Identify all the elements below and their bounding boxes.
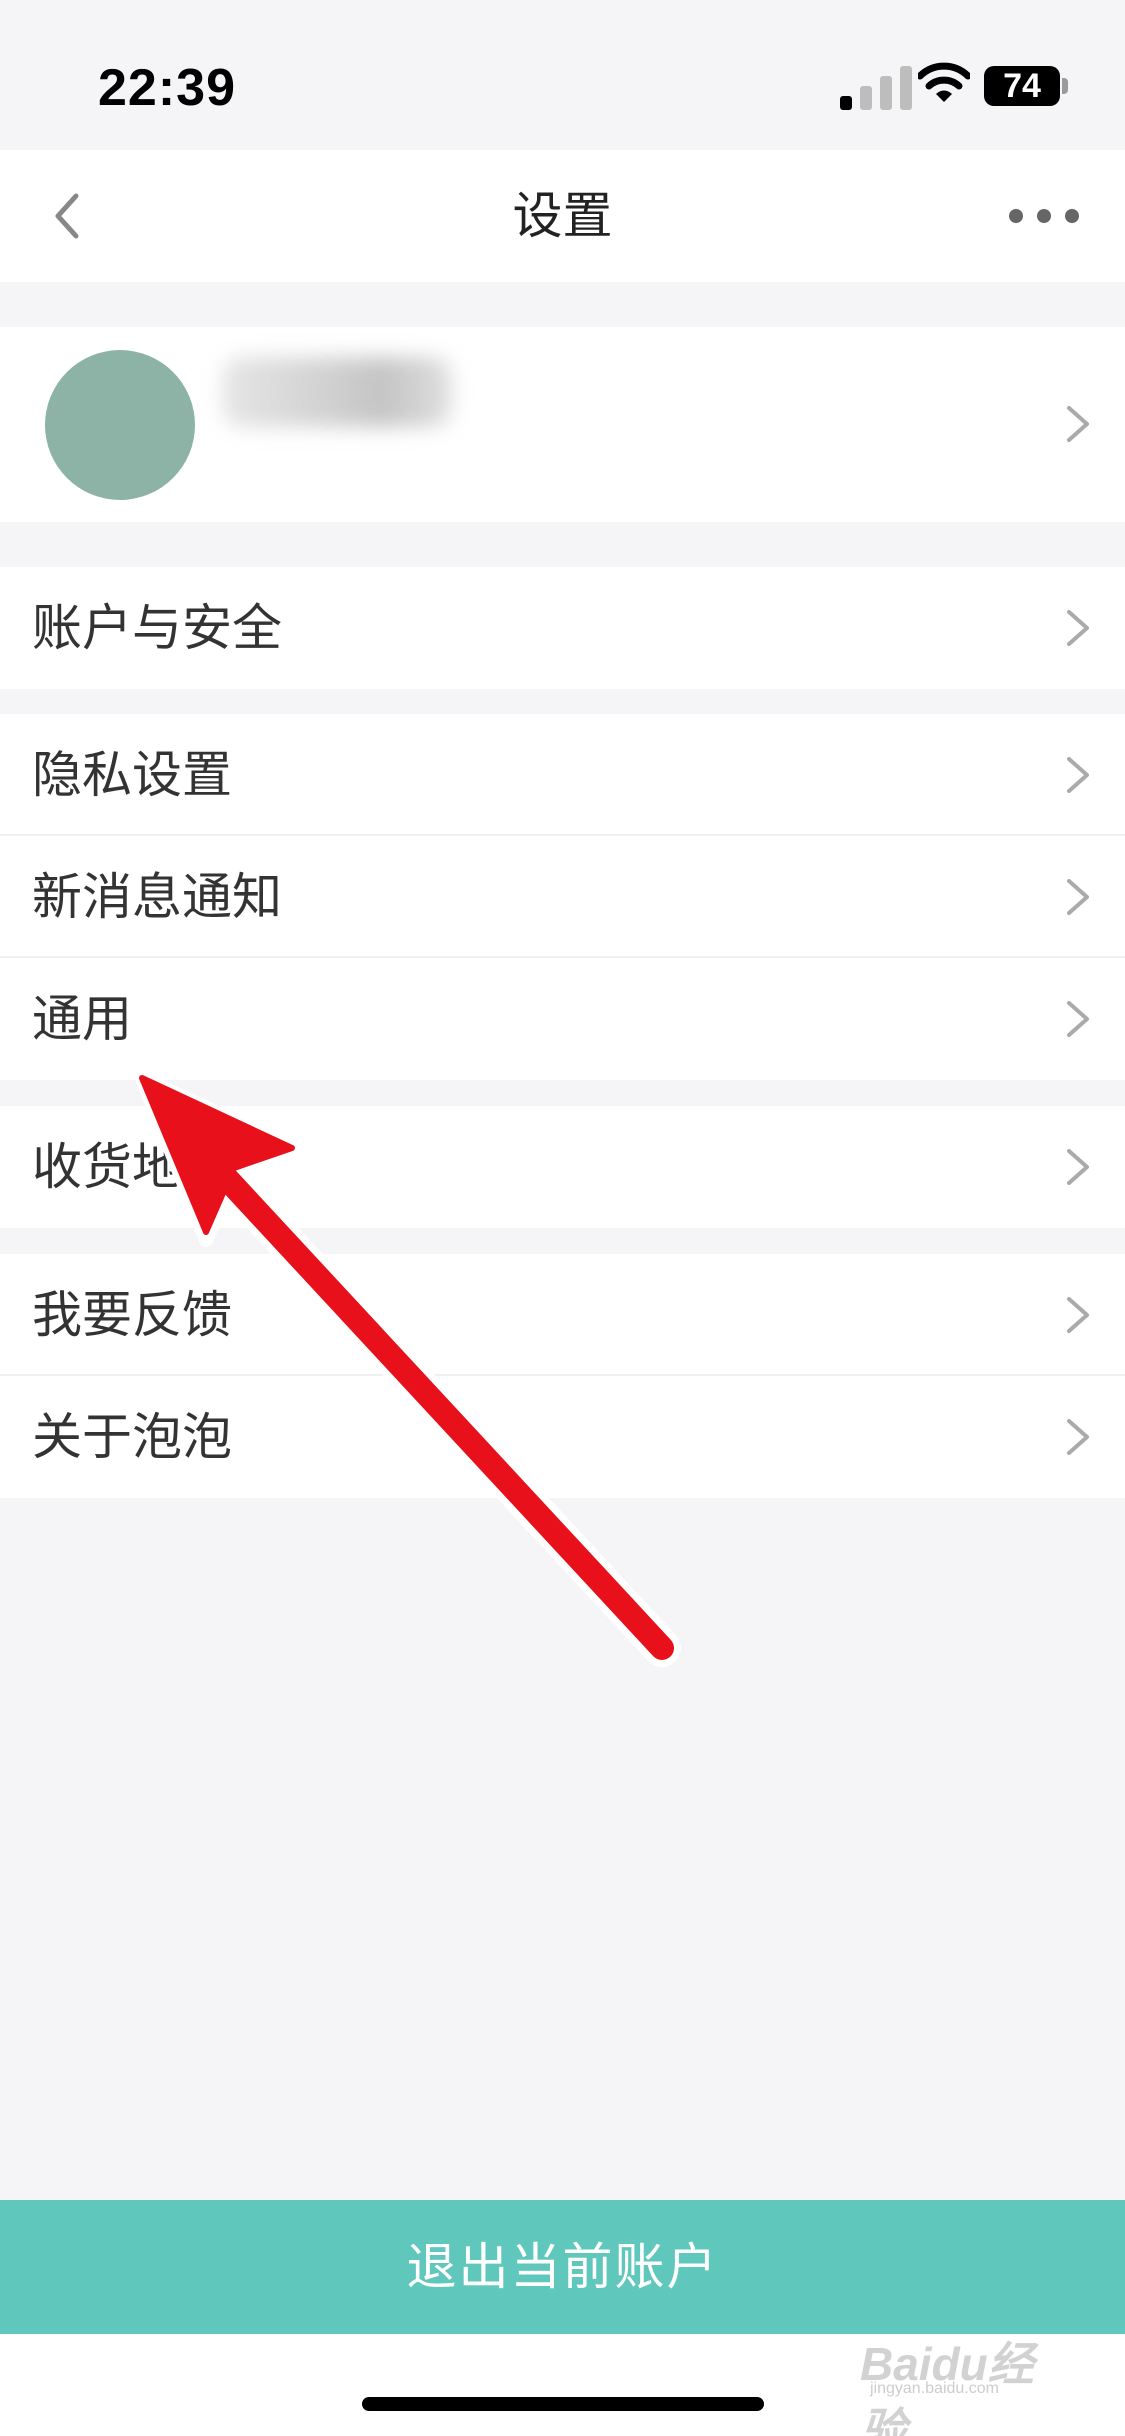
wifi-icon bbox=[918, 62, 970, 102]
menu-item-label: 账户与安全 bbox=[32, 599, 282, 657]
status-time: 22:39 bbox=[98, 59, 236, 117]
home-indicator[interactable] bbox=[362, 2397, 764, 2411]
watermark-site: jingyan.baidu.com bbox=[870, 2380, 999, 2397]
menu-item-shipping-address[interactable]: 收货地 bbox=[0, 1106, 1125, 1228]
menu-item-label: 隐私设置 bbox=[32, 746, 232, 804]
chevron-right-icon bbox=[1067, 757, 1089, 793]
menu-item-label: 通用 bbox=[32, 990, 132, 1048]
menu-item-label: 我要反馈 bbox=[32, 1286, 232, 1344]
battery-icon: 74 bbox=[984, 62, 1068, 110]
menu-item-general[interactable]: 通用 bbox=[0, 958, 1125, 1080]
chevron-left-icon[interactable] bbox=[36, 180, 108, 252]
signal-icon bbox=[840, 66, 912, 110]
menu-item-label: 新消息通知 bbox=[32, 868, 282, 926]
watermark: Baidu经验 jingyan.baidu.com bbox=[860, 2318, 1070, 2436]
chevron-right-icon bbox=[1067, 610, 1089, 646]
menu-item-account-security[interactable]: 账户与安全 bbox=[0, 567, 1125, 689]
chevron-right-icon bbox=[1067, 1149, 1089, 1185]
profile-card[interactable] bbox=[0, 327, 1125, 522]
logout-button[interactable]: 退出当前账户 bbox=[0, 2200, 1125, 2334]
nav-bar: 设置 bbox=[0, 150, 1125, 282]
chevron-right-icon bbox=[1067, 1419, 1089, 1455]
status-bar: 22:39 74 bbox=[0, 0, 1125, 150]
menu-item-privacy[interactable]: 隐私设置 bbox=[0, 714, 1125, 836]
menu-item-label: 收货地 bbox=[32, 1138, 182, 1196]
page-title: 设置 bbox=[512, 187, 613, 245]
menu-item-about[interactable]: 关于泡泡 bbox=[0, 1376, 1125, 1498]
chevron-right-icon bbox=[1067, 879, 1089, 915]
chevron-right-icon bbox=[1067, 406, 1089, 442]
menu-item-notifications[interactable]: 新消息通知 bbox=[0, 836, 1125, 958]
chevron-right-icon bbox=[1067, 1001, 1089, 1037]
battery-level: 74 bbox=[1003, 67, 1041, 105]
avatar[interactable] bbox=[45, 350, 195, 500]
chevron-right-icon bbox=[1067, 1297, 1089, 1333]
profile-name-blurred bbox=[222, 357, 452, 427]
more-dots-icon[interactable] bbox=[1004, 190, 1084, 242]
menu-item-feedback[interactable]: 我要反馈 bbox=[0, 1254, 1125, 1376]
menu-item-label: 关于泡泡 bbox=[32, 1408, 232, 1466]
